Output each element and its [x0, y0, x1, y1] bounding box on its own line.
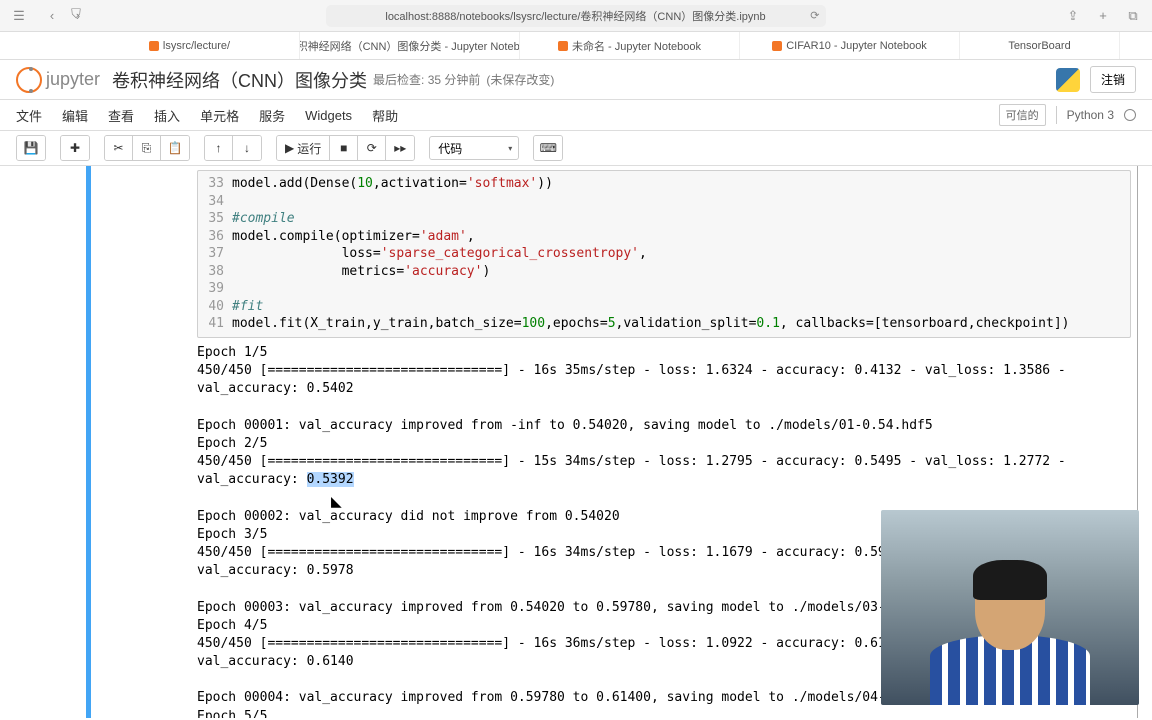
python-logo-icon — [1056, 68, 1080, 92]
line-number: 34 — [198, 193, 232, 211]
browser-tab[interactable]: TensorBoard — [960, 32, 1120, 59]
interrupt-button[interactable]: ■ — [330, 136, 358, 160]
line-number: 40 — [198, 298, 232, 316]
line-number: 36 — [198, 228, 232, 246]
notebook-header: jupyter 卷积神经网络（CNN）图像分类 最后检查: 35 分钟前 (未保… — [0, 60, 1152, 100]
browser-tab[interactable]: lsysrc/lecture/ — [80, 32, 300, 59]
jupyter-favicon-icon — [558, 41, 568, 51]
presenter-figure — [935, 555, 1085, 705]
code-line: #compile — [232, 210, 295, 228]
move-down-button[interactable]: ↓ — [233, 136, 261, 160]
menu-help[interactable]: 帮助 — [372, 106, 398, 125]
code-line: model.compile(optimizer='adam', — [232, 228, 475, 246]
line-number: 39 — [198, 280, 232, 298]
line-number: 37 — [198, 245, 232, 263]
cut-button[interactable]: ✂ — [105, 136, 133, 160]
command-palette-button[interactable]: ⌨ — [534, 136, 562, 160]
kernel-status-icon — [1124, 109, 1136, 121]
code-line: model.fit(X_train,y_train,batch_size=100… — [232, 315, 1070, 333]
code-editor[interactable]: 33model.add(Dense(10,activation='softmax… — [197, 170, 1131, 338]
new-tab-icon[interactable]: + — [1094, 7, 1112, 25]
line-number: 38 — [198, 263, 232, 281]
code-line: model.add(Dense(10,activation='softmax')… — [232, 175, 553, 193]
logout-button[interactable]: 注销 — [1090, 66, 1136, 93]
code-line: metrics='accuracy') — [232, 263, 490, 281]
menu-widgets[interactable]: Widgets — [305, 108, 352, 123]
sidebar-toggle-icon[interactable]: ☰ — [10, 7, 28, 25]
url-text: localhost:8888/notebooks/lsysrc/lecture/… — [385, 8, 765, 24]
toolbar: 💾 ✚ ✂ ⎘ 📋 ↑ ↓ ▶ 运行 ■ ⟳ ▸▸ 代码 ⌨ — [0, 131, 1152, 166]
shield-icon[interactable]: ⛉ — [67, 5, 85, 23]
menu-file[interactable]: 文件 — [16, 106, 42, 125]
jupyter-favicon-icon — [772, 41, 782, 51]
browser-tab[interactable]: CIFAR10 - Jupyter Notebook — [740, 32, 960, 59]
copy-button[interactable]: ⎘ — [133, 136, 161, 160]
run-button[interactable]: ▶ 运行 — [277, 136, 330, 160]
url-bar[interactable]: localhost:8888/notebooks/lsysrc/lecture/… — [326, 5, 826, 27]
line-number: 41 — [198, 315, 232, 333]
menu-cell[interactable]: 单元格 — [200, 106, 239, 125]
restart-button[interactable]: ⟳ — [358, 136, 386, 160]
browser-chrome: ☰ ‹ › ⛉ localhost:8888/notebooks/lsysrc/… — [0, 0, 1152, 32]
webcam-overlay — [881, 510, 1139, 705]
cell-type-select[interactable]: 代码 — [429, 136, 519, 160]
browser-tab[interactable]: 卷积神经网络（CNN）图像分类 - Jupyter Notebook — [300, 32, 520, 59]
browser-tab[interactable]: 未命名 - Jupyter Notebook — [520, 32, 740, 59]
refresh-icon[interactable]: ⟳ — [810, 9, 819, 22]
browser-tab-strip: lsysrc/lecture/ 卷积神经网络（CNN）图像分类 - Jupyte… — [0, 32, 1152, 60]
input-prompt — [91, 166, 191, 718]
code-line: #fit — [232, 298, 263, 316]
code-line: loss='sparse_categorical_crossentropy', — [232, 245, 647, 263]
paste-button[interactable]: 📋 — [161, 136, 189, 160]
trusted-indicator[interactable]: 可信的 — [999, 104, 1046, 126]
menu-edit[interactable]: 编辑 — [62, 106, 88, 125]
jupyter-logo-icon — [16, 67, 42, 93]
menubar: 文件 编辑 查看 插入 单元格 服务 Widgets 帮助 可信的 Python… — [0, 100, 1152, 131]
insert-cell-button[interactable]: ✚ — [61, 136, 89, 160]
tabs-overview-icon[interactable]: ⧉ — [1124, 7, 1142, 25]
jupyter-favicon-icon — [149, 41, 159, 51]
share-icon[interactable]: ⇪ — [1064, 7, 1082, 25]
back-button[interactable]: ‹ — [43, 7, 61, 25]
notebook-title[interactable]: 卷积神经网络（CNN）图像分类 — [112, 67, 367, 93]
kernel-name[interactable]: Python 3 — [1067, 108, 1114, 122]
line-number: 35 — [198, 210, 232, 228]
move-up-button[interactable]: ↑ — [205, 136, 233, 160]
save-button[interactable]: 💾 — [17, 136, 45, 160]
menu-view[interactable]: 查看 — [108, 106, 134, 125]
menu-insert[interactable]: 插入 — [154, 106, 180, 125]
line-number: 33 — [198, 175, 232, 193]
menu-kernel[interactable]: 服务 — [259, 106, 285, 125]
restart-run-all-button[interactable]: ▸▸ — [386, 136, 414, 160]
autosave-status: (未保存改变) — [486, 71, 554, 88]
jupyter-logo[interactable]: jupyter — [16, 67, 100, 93]
checkpoint-status: 最后检查: 35 分钟前 — [373, 71, 480, 88]
